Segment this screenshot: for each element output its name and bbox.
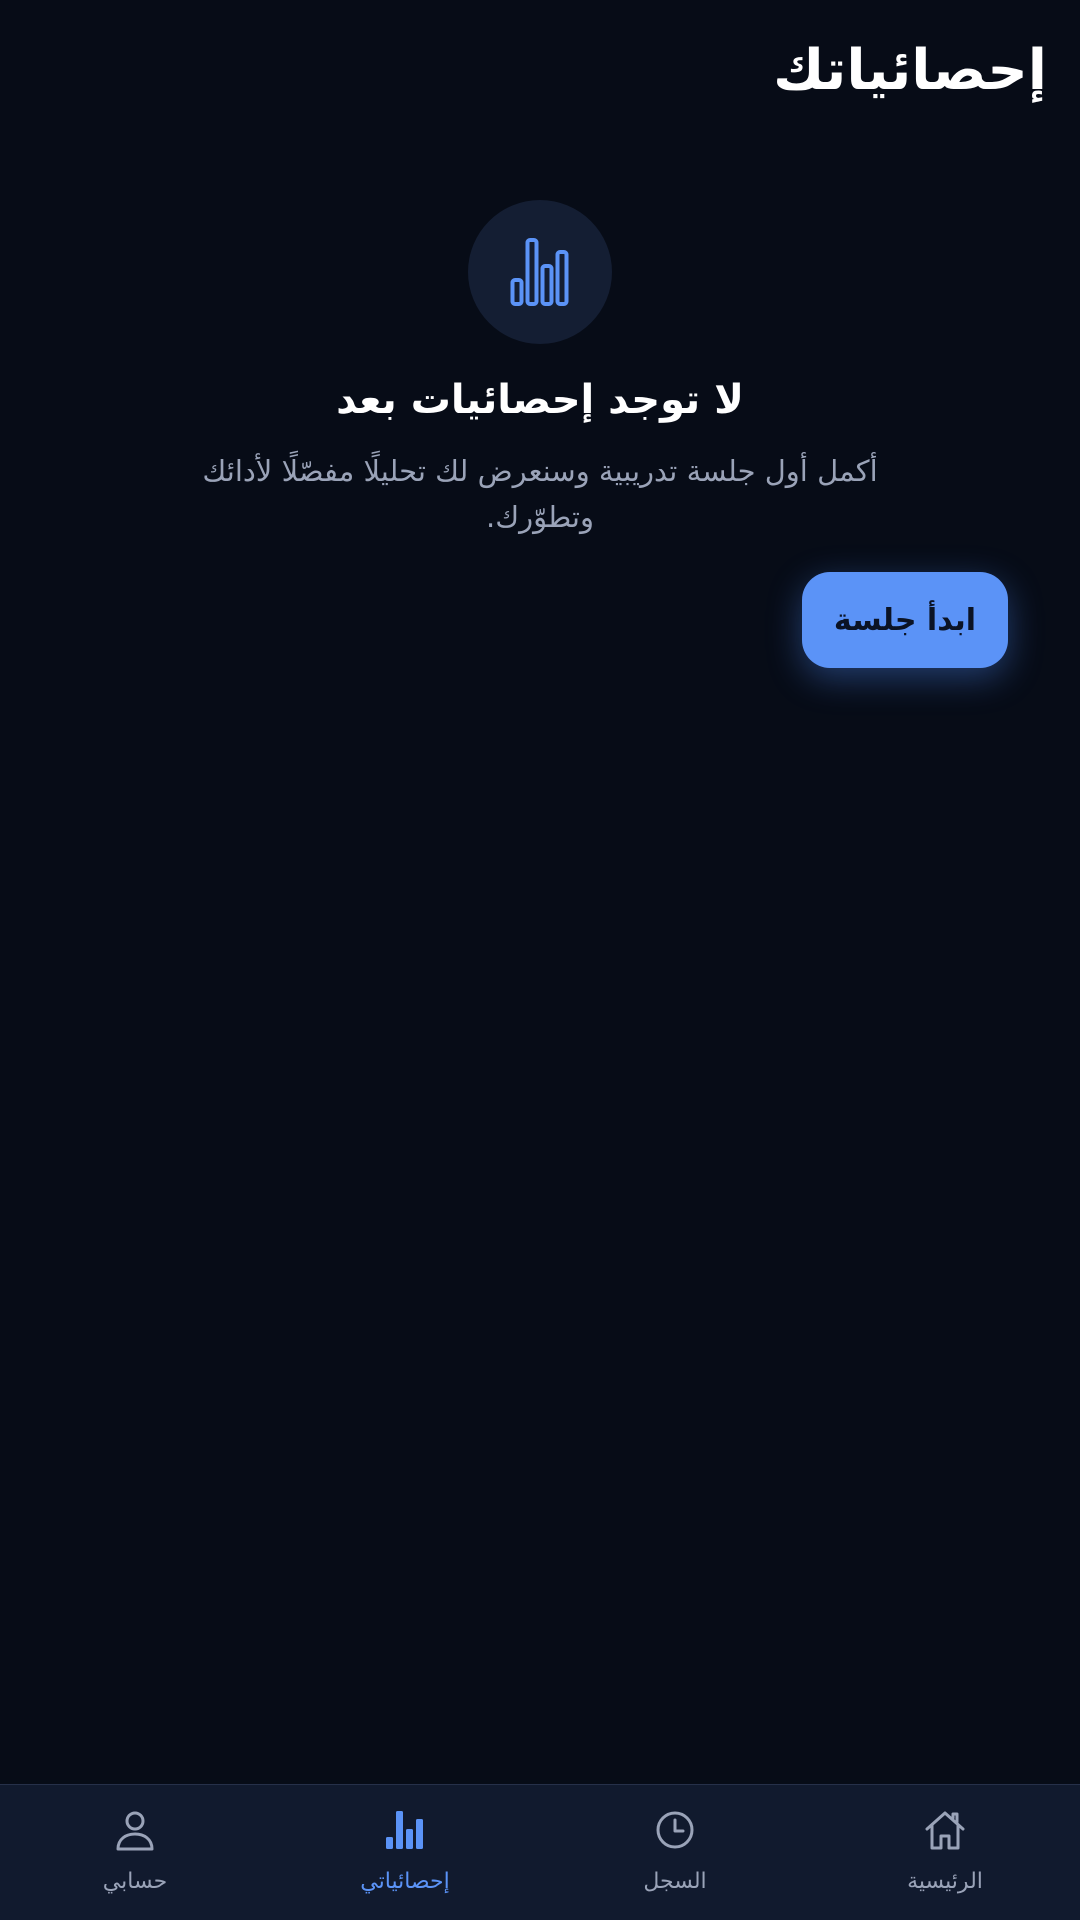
empty-state-icon-circle xyxy=(468,200,612,344)
stats-screen: إحصائياتك لا توجد إحصائيات بعد أكمل أول … xyxy=(0,0,1080,1920)
nav-item-label: الرئيسية xyxy=(907,1869,983,1894)
bar-chart-icon xyxy=(386,1811,423,1849)
empty-state-title: لا توجد إحصائيات بعد xyxy=(336,377,744,423)
nav-item-stats[interactable]: إحصائياتي xyxy=(270,1785,540,1920)
user-icon xyxy=(116,1811,154,1851)
clock-icon xyxy=(656,1811,694,1849)
nav-item-label: حسابي xyxy=(102,1869,168,1894)
bottom-navigation: الرئيسية السجل إحصائياتي حسابي xyxy=(0,1784,1080,1920)
nav-item-home[interactable]: الرئيسية xyxy=(810,1785,1080,1920)
nav-item-account[interactable]: حسابي xyxy=(0,1785,270,1920)
empty-state-description: أكمل أول جلسة تدريبية وسنعرض لك تحليلًا … xyxy=(202,454,878,534)
nav-item-label: إحصائياتي xyxy=(360,1869,450,1894)
nav-item-history[interactable]: السجل xyxy=(540,1785,810,1920)
page-title: إحصائياتك xyxy=(773,38,1047,103)
nav-item-label: السجل xyxy=(643,1869,707,1894)
bar-chart-icon xyxy=(510,238,569,306)
start-session-button[interactable]: ابدأ جلسة xyxy=(802,572,1008,668)
home-icon xyxy=(925,1811,965,1850)
